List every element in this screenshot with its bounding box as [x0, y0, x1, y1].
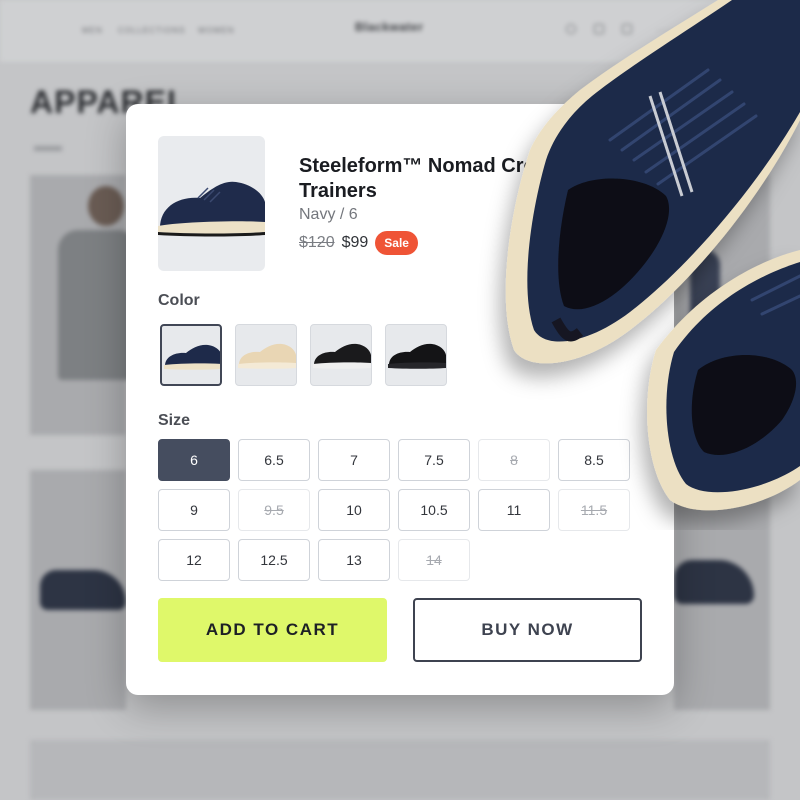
size-option-12[interactable]: 12 [158, 539, 230, 581]
price-row: $120 $99 Sale [299, 231, 418, 255]
shoe-image [164, 344, 220, 370]
buy-now-button[interactable]: BUY NOW [413, 598, 642, 662]
search-icon [566, 24, 576, 34]
background-nav-link: Men [82, 26, 103, 35]
size-option-12-5[interactable]: 12.5 [238, 539, 310, 581]
product-quick-view-card: Steeleform™ Nomad Cross Trainers Navy / … [126, 104, 674, 695]
background-shoe [40, 570, 126, 610]
size-option-8[interactable]: 8 [478, 439, 550, 481]
size-option-8-5[interactable]: 8.5 [558, 439, 630, 481]
size-option-6-5[interactable]: 6.5 [238, 439, 310, 481]
selected-variant: Navy / 6 [299, 206, 358, 223]
size-option-11[interactable]: 11 [478, 489, 550, 531]
size-option-11-5[interactable]: 11.5 [558, 489, 630, 531]
background-logo: Blackwater [355, 20, 424, 34]
background-model [88, 186, 124, 226]
shoe-image [238, 343, 296, 369]
sale-price: $99 [341, 234, 369, 251]
background-breadcrumb [34, 146, 62, 151]
shoe-image [158, 181, 265, 237]
size-label: Size [158, 412, 191, 429]
background-model [690, 250, 720, 380]
size-option-14[interactable]: 14 [398, 539, 470, 581]
color-swatch-tan[interactable] [235, 324, 297, 386]
product-title: Steeleform™ Nomad Cross Trainers [299, 155, 558, 202]
size-option-9-5[interactable]: 9.5 [238, 489, 310, 531]
shoe-image [388, 343, 446, 369]
background-nav-link: Women [198, 26, 235, 35]
size-option-13[interactable]: 13 [318, 539, 390, 581]
add-to-cart-button[interactable]: ADD TO CART [158, 598, 387, 662]
color-swatch-black-white[interactable] [310, 324, 372, 386]
size-option-7[interactable]: 7 [318, 439, 390, 481]
background-product-photo [674, 175, 770, 435]
account-icon [594, 24, 604, 34]
color-label: Color [158, 292, 200, 309]
size-option-10-5[interactable]: 10.5 [398, 489, 470, 531]
bag-icon [622, 24, 632, 34]
color-swatch-navy[interactable] [160, 324, 222, 386]
size-option-7-5[interactable]: 7.5 [398, 439, 470, 481]
size-option-10[interactable]: 10 [318, 489, 390, 531]
size-option-6[interactable]: 6 [158, 439, 230, 481]
original-price: $120 [299, 234, 335, 251]
color-swatch-black[interactable] [385, 324, 447, 386]
size-option-9[interactable]: 9 [158, 489, 230, 531]
background-footer [30, 740, 770, 800]
background-nav-link: ····· [656, 26, 675, 35]
background-nav-link: Collections [118, 26, 186, 35]
shoe-image [313, 343, 371, 369]
sale-badge: Sale [375, 231, 418, 255]
product-thumbnail [158, 136, 265, 271]
